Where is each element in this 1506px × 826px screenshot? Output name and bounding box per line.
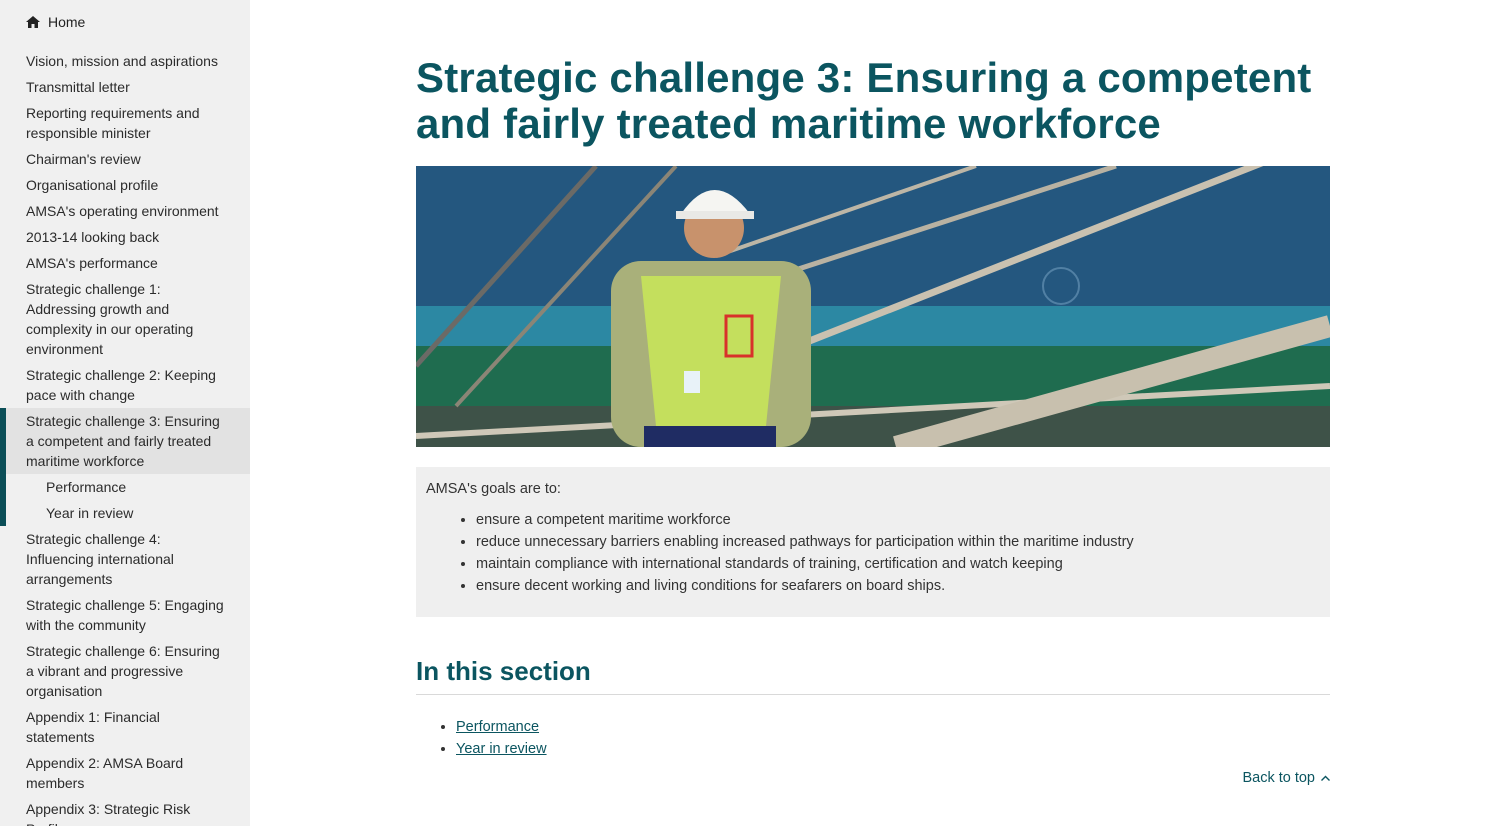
link-performance[interactable]: Performance [456,719,539,735]
sidebar-item-operating-environment[interactable]: AMSA's operating environment [0,198,250,224]
goals-intro: AMSA's goals are to: [426,481,561,497]
sidebar-item-challenge-6[interactable]: Strategic challenge 6: Ensuring a vibran… [0,638,250,704]
home-link[interactable]: Home [26,12,85,32]
hero-image [416,166,1330,447]
sidebar-list: Vision, mission and aspirations Transmit… [0,48,250,826]
sidebar-subitem-performance[interactable]: Performance [0,474,250,500]
section-link-item: Performance [456,716,547,738]
section-links-list: Performance Year in review [416,716,547,760]
goals-list: ensure a competent maritime workforce re… [426,509,1320,597]
sidebar-item-reporting[interactable]: Reporting requirements and responsible m… [0,100,250,146]
sidebar-nav: Home Vision, mission and aspirations Tra… [0,0,250,826]
chevron-up-icon [1321,775,1330,781]
sidebar-item-challenge-2[interactable]: Strategic challenge 2: Keeping pace with… [0,362,250,408]
hero-illustration [416,166,1330,447]
back-to-top-label: Back to top [1242,770,1315,786]
page-title: Strategic challenge 3: Ensuring a compet… [416,54,1312,147]
sidebar-item-transmittal[interactable]: Transmittal letter [0,74,250,100]
sidebar-item-organisational-profile[interactable]: Organisational profile [0,172,250,198]
goals-box: AMSA's goals are to: ensure a competent … [416,467,1330,617]
sidebar-item-vision[interactable]: Vision, mission and aspirations [0,48,250,74]
sidebar-item-challenge-4[interactable]: Strategic challenge 4: Influencing inter… [0,526,250,592]
sidebar-item-challenge-1[interactable]: Strategic challenge 1: Addressing growth… [0,276,250,362]
home-label: Home [48,14,86,30]
section-divider [416,694,1330,695]
sidebar-item-chairmans-review[interactable]: Chairman's review [0,146,250,172]
sidebar-active-group: Strategic challenge 3: Ensuring a compet… [0,408,250,526]
sidebar-item-appendix-2[interactable]: Appendix 2: AMSA Board members [0,750,250,796]
back-to-top-link[interactable]: Back to top [1242,770,1330,786]
sidebar-item-appendix-3[interactable]: Appendix 3: Strategic Risk Profile [0,796,250,826]
sidebar-subitem-year-in-review[interactable]: Year in review [0,500,250,526]
goal-item: reduce unnecessary barriers enabling inc… [476,531,1320,553]
goal-item: ensure a competent maritime workforce [476,509,1320,531]
sidebar-item-performance[interactable]: AMSA's performance [0,250,250,276]
goal-item: ensure decent working and living conditi… [476,575,1320,597]
active-indicator [0,408,6,526]
goal-item: maintain compliance with international s… [476,553,1320,575]
sidebar-item-looking-back[interactable]: 2013-14 looking back [0,224,250,250]
home-icon [26,16,40,28]
sidebar-item-appendix-1[interactable]: Appendix 1: Financial statements [0,704,250,750]
sidebar-item-challenge-5[interactable]: Strategic challenge 5: Engaging with the… [0,592,250,638]
sidebar-item-challenge-3[interactable]: Strategic challenge 3: Ensuring a compet… [0,408,250,474]
section-heading: In this section [416,656,591,686]
section-link-item: Year in review [456,738,547,760]
link-year-in-review[interactable]: Year in review [456,741,547,757]
